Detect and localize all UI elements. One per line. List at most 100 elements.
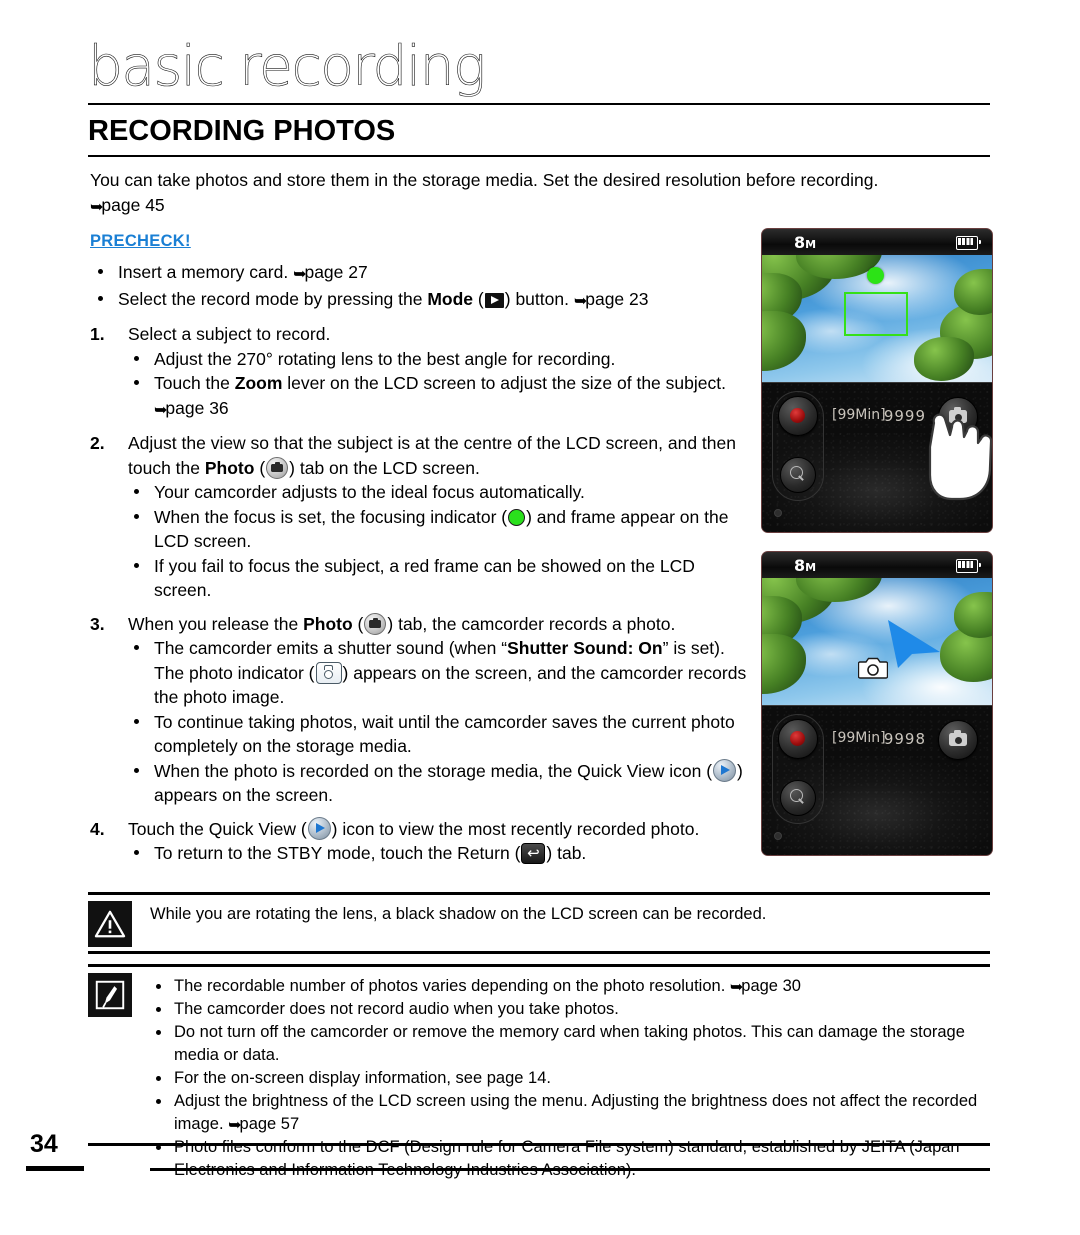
bullet-dot [156, 1099, 161, 1104]
bullet-text: When the focus is set, the focusing indi… [154, 506, 508, 527]
list-item: Insert a memory card. ➥page 27 [90, 260, 750, 287]
step-1-bullets: Adjust the 270° rotating lens to the bes… [128, 347, 750, 423]
note-text: Photo files conform to the DCF (Design r… [174, 1138, 960, 1179]
photo-captured-icon [857, 656, 889, 680]
focus-frame [844, 292, 908, 336]
bullet-dot [134, 380, 139, 385]
step-3: 3. When you release the Photo () tab, th… [90, 612, 750, 808]
battery-full-icon [956, 559, 981, 573]
bullet-mid: lever on the LCD screen to adjust the si… [282, 373, 726, 393]
photo-indicator-icon [315, 661, 342, 684]
photo-tab-icon [266, 456, 289, 479]
manual-page: basic recording RECORDING PHOTOS You can… [0, 0, 1080, 1235]
bullet-dot [156, 1030, 161, 1035]
precheck-heading: PRECHECK! [90, 232, 191, 250]
step-1: 1. Select a subject to record. Adjust th… [90, 322, 750, 422]
warning-triangle-icon [88, 901, 132, 947]
precheck-item-text: Insert a memory card. [118, 262, 294, 282]
list-item: Adjust the brightness of the LCD screen … [150, 1090, 984, 1136]
bullet-dot [134, 562, 139, 568]
foliage-decoration [762, 311, 806, 371]
bullet-dot [134, 767, 139, 773]
lcd-viewfinder [762, 255, 992, 382]
magnifier-icon [790, 466, 803, 479]
focus-indicator-dot [867, 267, 884, 284]
list-item: When the focus is set, the focusing indi… [128, 505, 750, 554]
chapter-title: basic recording [88, 34, 487, 99]
list-item: For the on-screen display information, s… [150, 1067, 984, 1090]
bullet-dot [134, 513, 139, 519]
zoom-button[interactable] [780, 780, 816, 816]
zoom-button[interactable] [780, 457, 816, 493]
precheck-item-mid: button. [510, 288, 574, 309]
warning-text: While you are rotating the lens, a black… [150, 905, 767, 923]
notes-box: The recordable number of photos varies d… [88, 964, 990, 1179]
step-3-bullets: The camcorder emits a shutter sound (whe… [128, 636, 750, 808]
record-button[interactable] [778, 396, 818, 436]
lcd-control-panel: [99Min] 9999 [762, 382, 992, 532]
bullet-text: The camcorder emits a shutter sound (whe… [154, 638, 508, 658]
photo-label: Photo [204, 457, 255, 478]
intro-text: You can take photos and store them in th… [90, 170, 879, 190]
step-text: When you release the [128, 613, 304, 634]
notes-list: The recordable number of photos varies d… [150, 975, 984, 1182]
step-4-bullets: To return to the STBY mode, touch the Re… [128, 841, 750, 866]
bullet-text: Your camcorder adjusts to the ideal focu… [154, 482, 585, 502]
note-text: Do not turn off the camcorder or remove … [174, 1023, 965, 1064]
lcd-status-bar: 8M [762, 552, 992, 579]
list-item: Photo files conform to the DCF (Design r… [150, 1136, 984, 1182]
page-title: RECORDING PHOTOS [88, 115, 396, 147]
bullet-dot [156, 1145, 161, 1150]
bullet-text: To continue taking photos, wait until th… [154, 711, 735, 757]
page-ref: page 36 [165, 397, 229, 418]
green-focus-icon [508, 508, 526, 526]
bullet-dot [98, 295, 103, 301]
resolution-indicator: 8M [794, 233, 817, 252]
list-item: Adjust the 270° rotating lens to the bes… [128, 347, 750, 372]
step-text-post: ) icon to view the most recently recorde… [331, 818, 700, 839]
list-item: The camcorder does not record audio when… [150, 998, 984, 1021]
bullet-text: When the photo is recorded on the storag… [154, 760, 713, 781]
record-button[interactable] [778, 719, 818, 759]
page-number: 34 [30, 1130, 58, 1158]
step-4: 4. Touch the Quick View () icon to view … [90, 816, 750, 866]
precheck-list: Insert a memory card. ➥page 27 Select th… [90, 260, 750, 313]
shutter-sound-label: Shutter Sound: On [507, 638, 663, 658]
mode-play-icon [484, 292, 504, 308]
bullet-dot [98, 269, 103, 274]
step-number: 2. [90, 433, 105, 453]
recording-time: [99Min] [832, 407, 886, 423]
recording-time: [99Min] [832, 730, 886, 746]
step-2-bullets: Your camcorder adjusts to the ideal focu… [128, 480, 750, 603]
page-ref: page 57 [239, 1115, 300, 1133]
step-text: Touch the Quick View ( [128, 818, 307, 839]
list-item: Touch the Zoom lever on the LCD screen t… [128, 371, 750, 422]
note-text: For the on-screen display information, s… [174, 1069, 551, 1087]
battery-full-icon [956, 236, 981, 250]
note-text: The recordable number of photos varies d… [174, 977, 730, 995]
list-item: To continue taking photos, wait until th… [128, 710, 750, 759]
bullet-text: Touch the [154, 373, 235, 393]
zoom-label: Zoom [234, 373, 283, 393]
lcd-control-panel: [99Min] 9998 [762, 705, 992, 855]
note-text: The camcorder does not record audio when… [174, 1000, 619, 1018]
instructions-body: Insert a memory card. ➥page 27 Select th… [90, 260, 750, 866]
photo-button[interactable] [938, 720, 978, 760]
photo-tab-icon [364, 612, 387, 635]
notes-text-body: The recordable number of photos varies d… [150, 975, 984, 1182]
bullet-dot [134, 850, 139, 855]
lcd-screen-photo-captured: 8M [99Min] 9998 [761, 551, 993, 856]
bullet-text: To return to the STBY mode, touch the Re… [154, 843, 521, 863]
list-item: The camcorder emits a shutter sound (whe… [128, 636, 750, 710]
chapter-divider [88, 103, 990, 105]
mode-label: Mode [427, 288, 474, 309]
quick-view-icon [307, 816, 331, 840]
warning-text-body: While you are rotating the lens, a black… [150, 903, 984, 926]
quick-view-icon [713, 758, 737, 782]
magnifier-icon [790, 789, 803, 802]
bullet-dot [134, 718, 139, 724]
bullet-dot [134, 489, 139, 494]
list-item: To return to the STBY mode, touch the Re… [128, 841, 750, 866]
bullet-dot [134, 355, 139, 361]
page-ref: page 23 [585, 288, 649, 309]
